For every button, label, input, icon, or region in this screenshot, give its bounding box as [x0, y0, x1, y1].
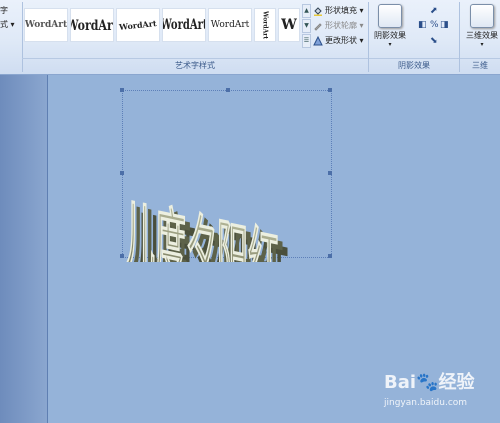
wordart-style-7[interactable]: W	[278, 8, 300, 42]
baidu-jingyan-watermark: Bai🐾经验 jingyan.baidu.com	[384, 368, 496, 418]
3d-effects-group-label: 三维	[460, 58, 500, 73]
shape-fill-button[interactable]: 形状填充 ▾	[313, 4, 364, 18]
wordart-style-4-label: WordArt	[162, 17, 206, 33]
chevron-down-icon: ▾	[388, 41, 392, 48]
3d-effects-label: 三维效果	[466, 31, 498, 40]
shadow-effects-button[interactable]: 阴影效果 ▾	[370, 4, 410, 48]
change-shape-button[interactable]: 更改形状 ▾	[313, 34, 364, 48]
wordart-style-7-label: W	[281, 17, 297, 33]
gallery-more-button[interactable]: ☰	[302, 34, 311, 48]
wordart-face: 儿度夕阳红	[124, 191, 279, 262]
wordart-3d-text[interactable]: 儿度夕阳红 儿度夕阳红 儿度夕阳红	[120, 92, 320, 262]
left-stub-label-1: 字	[0, 6, 8, 15]
pencil-icon	[314, 22, 322, 31]
baidu-logo: Bai🐾经验	[384, 372, 475, 393]
nudge-up-icon[interactable]: ⬈	[430, 6, 438, 16]
nudge-down-icon[interactable]: ⬊	[430, 36, 438, 46]
shadow-effects-group-label: 阴影效果	[369, 58, 459, 73]
wordart-style-2-label: WordArt	[71, 16, 113, 34]
shape-fill-label: 形状填充 ▾	[325, 6, 364, 15]
wordart-style-4[interactable]: WordArt	[162, 8, 206, 42]
paint-bucket-icon	[314, 6, 322, 16]
change-shape-label: 更改形状 ▾	[325, 36, 364, 45]
resize-handle-right[interactable]	[328, 171, 332, 175]
wordart-style-gallery: WordArt WordArt WordArt WordArt WordArt …	[24, 8, 300, 44]
chevron-down-icon: ▾	[480, 41, 484, 48]
shadow-toggle-icon[interactable]: %	[430, 20, 439, 30]
wordart-style-2[interactable]: WordArt	[70, 8, 114, 42]
wordart-style-6[interactable]: WordArt	[254, 8, 276, 42]
ribbon: 字 式 ▾ WordArt WordArt WordArt WordArt Wo…	[0, 0, 500, 75]
shadow-effects-icon	[378, 4, 402, 28]
wordart-style-6-label: WordArt	[261, 10, 269, 40]
wordart-styles-group-label: 艺术字样式	[22, 58, 368, 73]
document-left-margin	[0, 75, 46, 423]
3d-effects-icon	[470, 4, 494, 28]
3d-effects-button[interactable]: 三维效果 ▾	[462, 4, 500, 48]
wordart-style-3-label: WordArt	[118, 18, 158, 32]
shape-outline-button[interactable]: 形状轮廓 ▾	[313, 19, 364, 33]
gallery-scroll-up-button[interactable]: ▲	[302, 4, 311, 18]
wordart-style-1-label: WordArt	[24, 20, 68, 30]
shadow-nudge-controls: ⬈ ◧ % ◨ ⬊	[414, 6, 449, 52]
left-group-stub[interactable]: 字 式 ▾	[0, 4, 15, 32]
gallery-scroll: ▲ ▼ ☰	[302, 4, 311, 48]
resize-handle-top-right[interactable]	[328, 88, 332, 92]
nudge-right-icon[interactable]: ◨	[440, 20, 449, 30]
nudge-left-icon[interactable]: ◧	[418, 20, 427, 30]
shadow-effects-label: 阴影效果	[374, 31, 406, 40]
wordart-style-5-label: WordArt	[210, 20, 250, 30]
watermark-url: jingyan.baidu.com	[384, 398, 468, 408]
shape-outline-label: 形状轮廓 ▾	[325, 21, 364, 30]
wordart-style-1[interactable]: WordArt	[24, 8, 68, 42]
resize-handle-bottom-right[interactable]	[328, 254, 332, 258]
shapes-icon	[313, 35, 323, 45]
gallery-scroll-down-button[interactable]: ▼	[302, 19, 311, 33]
left-stub-label-2: 式 ▾	[0, 20, 15, 29]
wordart-style-5[interactable]: WordArt	[208, 8, 252, 42]
wordart-style-3[interactable]: WordArt	[116, 8, 160, 42]
